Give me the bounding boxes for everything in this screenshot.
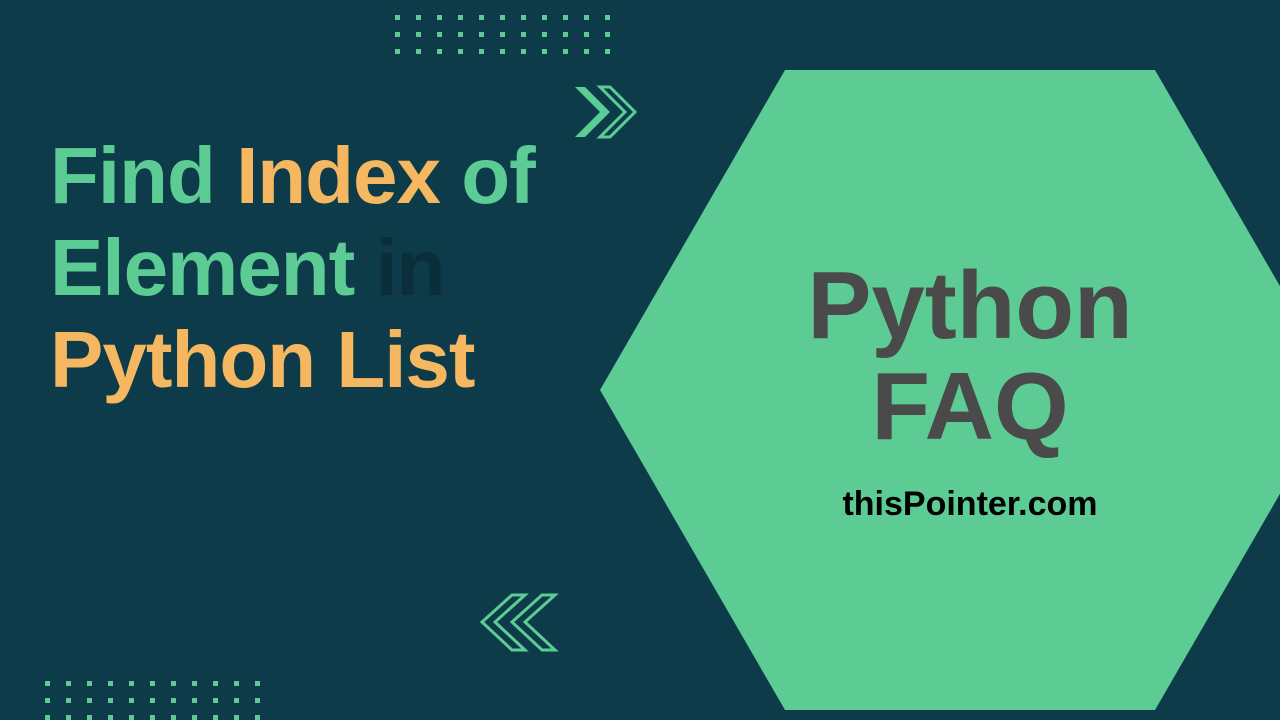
dot-pattern-bottom <box>45 681 260 720</box>
heading-word: Python <box>50 315 315 404</box>
heading-word: Index <box>236 131 440 220</box>
main-heading: Find Index of Element in Python List <box>50 130 590 406</box>
hex-subtitle: thisPointer.com <box>842 485 1097 524</box>
heading-word: Element <box>50 223 354 312</box>
heading-word: in <box>375 223 444 312</box>
heading-word: List <box>336 315 474 404</box>
hex-title-line: FAQ <box>871 353 1068 460</box>
heading-word: Find <box>50 131 215 220</box>
hex-title-line: Python <box>807 252 1132 359</box>
hexagon-panel: Python FAQ thisPointer.com <box>600 70 1280 710</box>
chevron-right-icon <box>570 82 650 142</box>
hex-title: Python FAQ <box>807 256 1132 458</box>
chevron-left-icon <box>470 590 560 655</box>
dot-pattern-top <box>395 15 610 54</box>
heading-word: of <box>461 131 535 220</box>
